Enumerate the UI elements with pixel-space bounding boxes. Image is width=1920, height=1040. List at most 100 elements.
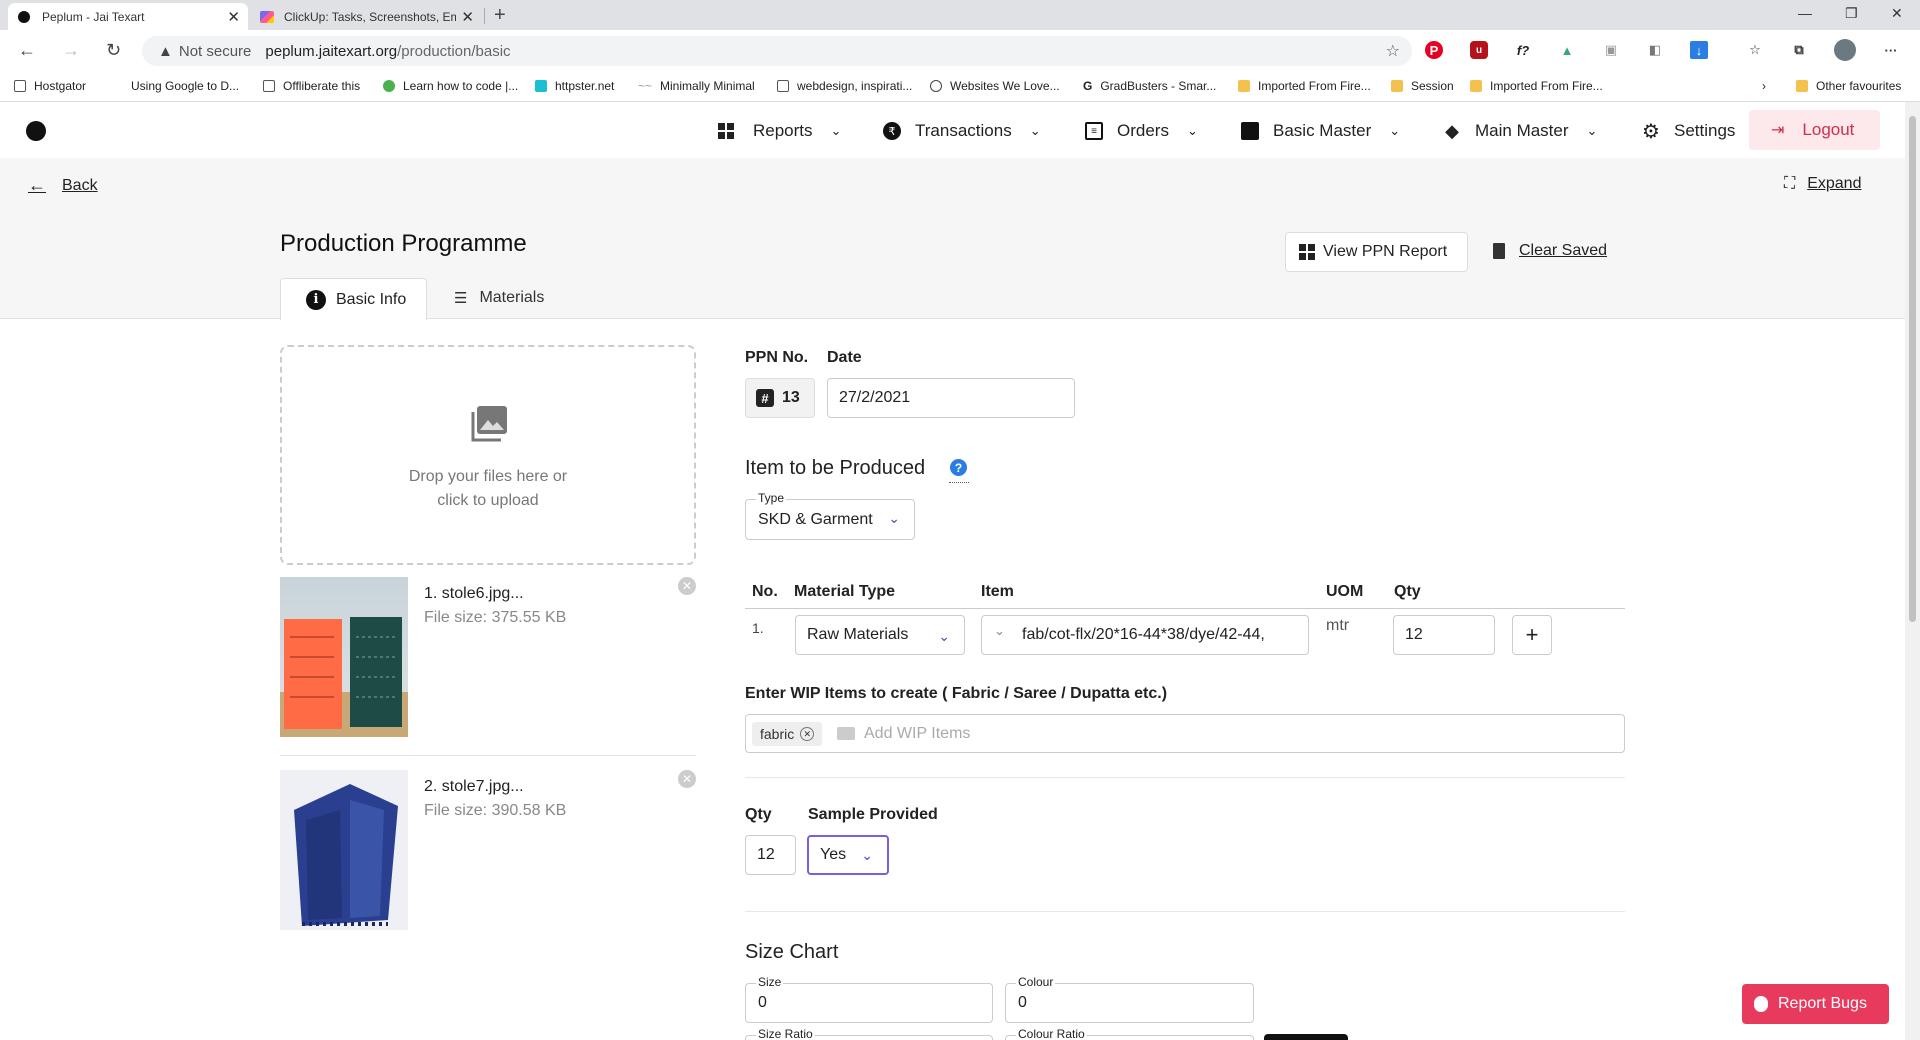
remove-file-icon[interactable]: ✕: [678, 577, 696, 595]
file-dropzone[interactable]: Drop your files here or click to upload: [280, 345, 696, 565]
bookmark-item[interactable]: ~~ Minimally Minimal: [638, 79, 755, 93]
colour-label: Colour: [1016, 975, 1056, 989]
trash-icon: [1493, 243, 1505, 259]
wip-items-input[interactable]: fabric ✕ Add WIP Items: [745, 714, 1625, 753]
restore-icon[interactable]: ❐: [1845, 5, 1858, 22]
size-input[interactable]: Size 0: [745, 975, 993, 1023]
other-favourites[interactable]: Other favourites: [1796, 79, 1901, 93]
table-header-divider: [745, 608, 1625, 609]
uploaded-file: 2. stole7.jpg... File size: 390.58 KB ✕: [280, 770, 696, 930]
back-link[interactable]: ← Back: [28, 175, 98, 196]
bookmark-item[interactable]: webdesign, inspirati...: [777, 79, 912, 93]
file-thumbnail: [280, 577, 408, 737]
file-size: File size: 390.58 KB: [424, 802, 567, 819]
bookmark-label: httpster.net: [555, 79, 615, 93]
favorites-icon[interactable]: ☆: [1746, 41, 1764, 59]
add-row-button[interactable]: +: [1512, 615, 1552, 655]
row-qty-input[interactable]: 12: [1393, 615, 1495, 655]
bookmark-item[interactable]: Learn how to code |...: [383, 79, 518, 93]
view-ppn-report-button[interactable]: View PPN Report: [1285, 232, 1468, 272]
material-type-select[interactable]: Raw Materials ⌄: [795, 615, 965, 655]
nav-orders[interactable]: ≡ Orders ⌄: [1085, 118, 1198, 144]
bookmark-item[interactable]: Websites We Love...: [930, 79, 1060, 93]
date-field[interactable]: 27/2/2021: [827, 378, 1075, 418]
app-logo[interactable]: [26, 121, 46, 141]
clear-saved-link[interactable]: Clear Saved: [1493, 242, 1607, 260]
extension-icon[interactable]: ▣: [1602, 41, 1620, 59]
logout-button[interactable]: ⇥ Logout: [1749, 110, 1880, 150]
nav-transactions[interactable]: ₹ Transactions ⌄: [883, 118, 1041, 144]
file-name: 1. stole6.jpg...: [424, 585, 524, 602]
tab-basic-info[interactable]: i Basic Info: [280, 278, 427, 320]
nav-main-master[interactable]: ◆ Main Master ⌄: [1443, 118, 1597, 144]
hash-icon: #: [756, 389, 774, 407]
tab-label: Materials: [479, 289, 545, 306]
page-scrollbar[interactable]: [1905, 102, 1920, 1040]
bookmark-item[interactable]: httpster.net: [535, 79, 614, 93]
download-extension-icon[interactable]: ↓: [1690, 41, 1708, 59]
colour-ratio-label: Colour Ratio: [1016, 1027, 1087, 1040]
bug-icon: [1754, 996, 1768, 1012]
item-section-title: Item to be Produced: [745, 457, 926, 479]
forward-nav-icon[interactable]: →: [62, 40, 80, 61]
browser-tab-clickup[interactable]: ClickUp: Tasks, Screenshots, Ema ✕: [250, 3, 482, 30]
reload-icon[interactable]: ↻: [106, 40, 121, 61]
font-extension-icon[interactable]: f?: [1514, 41, 1532, 59]
expand-link[interactable]: ⛶ Expand: [1784, 175, 1861, 193]
help-icon[interactable]: ?: [950, 459, 967, 476]
size-label: Size: [756, 975, 784, 989]
nav-settings[interactable]: ⚙ Settings: [1642, 118, 1735, 144]
chevron-down-icon: ⌄: [861, 847, 873, 863]
nav-reports[interactable]: Reports ⌄: [718, 118, 841, 144]
bookmark-item[interactable]: Using Google to D...: [131, 79, 239, 93]
collections-icon[interactable]: ⧉: [1790, 41, 1808, 59]
add-size-button[interactable]: [1264, 1034, 1348, 1040]
new-tab-icon[interactable]: +: [494, 4, 506, 27]
colour-input[interactable]: Colour 0: [1005, 975, 1254, 1023]
item-select[interactable]: fab/cot-flx/20*16-44*38/dye/42-44,: [981, 615, 1309, 655]
close-window-icon[interactable]: ✕: [1891, 5, 1903, 22]
minimize-icon[interactable]: —: [1798, 5, 1812, 21]
remove-file-icon[interactable]: ✕: [678, 770, 696, 788]
size-ratio-input[interactable]: Size Ratio: [745, 1027, 993, 1040]
favorite-star-icon[interactable]: ☆: [1386, 41, 1400, 61]
tab-materials[interactable]: ☰ Materials: [454, 289, 544, 307]
button-label: View PPN Report: [1323, 243, 1448, 260]
colorful-icon: [383, 80, 395, 92]
scrollbar-thumb[interactable]: [1909, 116, 1916, 622]
sample-provided-select[interactable]: Yes ⌄: [807, 835, 889, 875]
profile-avatar-icon[interactable]: [1834, 39, 1856, 61]
more-icon[interactable]: ···: [1882, 41, 1900, 59]
colour-ratio-input[interactable]: Colour Ratio: [1005, 1027, 1254, 1040]
nav-basic-master[interactable]: Basic Master ⌄: [1241, 118, 1400, 144]
close-tab-icon[interactable]: ✕: [461, 8, 474, 26]
tab-divider: [484, 8, 485, 24]
qty-input[interactable]: 12: [745, 835, 796, 875]
extension-icon[interactable]: ◧: [1646, 41, 1664, 59]
url-input[interactable]: ▲ Not secure peplum.jaitexart.org /produ…: [142, 36, 1412, 66]
file-name: 2. stole7.jpg...: [424, 778, 524, 795]
back-nav-icon[interactable]: ←: [18, 40, 36, 61]
pinterest-extension-icon[interactable]: P: [1425, 41, 1443, 59]
bookmark-item[interactable]: Hostgator: [14, 79, 86, 93]
chevron-down-icon: ⌄: [888, 510, 900, 526]
bookmark-item[interactable]: Offliberate this: [263, 79, 360, 93]
bookmark-item[interactable]: Imported From Fire...: [1238, 79, 1371, 93]
app-header: Reports ⌄ ₹ Transactions ⌄ ≡ Orders ⌄ Ba…: [0, 102, 1905, 158]
grid-icon: [718, 122, 739, 140]
bookmark-item[interactable]: Session: [1391, 79, 1454, 93]
remove-chip-icon[interactable]: ✕: [800, 727, 815, 741]
close-tab-icon[interactable]: ✕: [227, 8, 240, 26]
wave-icon: ~~: [638, 79, 653, 93]
vue-extension-icon[interactable]: ▲: [1558, 41, 1576, 59]
report-bugs-button[interactable]: Report Bugs: [1742, 984, 1889, 1024]
bookmark-item[interactable]: G GradBusters - Smar...: [1083, 79, 1216, 93]
type-select[interactable]: Type SKD & Garment ⌄: [745, 491, 915, 540]
qty-value: 12: [757, 846, 775, 863]
browser-tab-bar: Peplum - Jai Texart ✕ ClickUp: Tasks, Sc…: [0, 0, 1920, 30]
receipt-icon: ≡: [1085, 122, 1103, 140]
browser-tab-peplum[interactable]: Peplum - Jai Texart ✕: [8, 3, 248, 30]
ublock-extension-icon[interactable]: u: [1470, 41, 1488, 59]
bookmark-item[interactable]: Imported From Fire...: [1470, 79, 1603, 93]
chevron-right-icon[interactable]: ›: [1762, 79, 1766, 93]
